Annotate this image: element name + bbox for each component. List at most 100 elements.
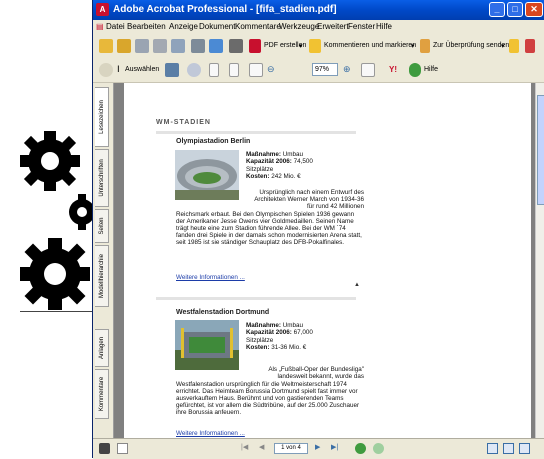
stadium-text-side: Ursprünglich nach einem Entwurf des Arch…	[254, 189, 364, 211]
tab-lesezeichen[interactable]: Lesezeichen	[95, 87, 109, 147]
review-icon[interactable]	[420, 39, 430, 53]
zoom-in-icon[interactable]: ⊕	[343, 64, 351, 75]
main-toolbar: PDF erstellen ▾ Kommentieren und markier…	[93, 34, 544, 59]
close-button[interactable]: ✕	[525, 2, 543, 17]
tab-label: Unterschriften	[98, 159, 105, 197]
tab-label: Modellhierarchie	[98, 253, 105, 299]
measure-label: Maßnahme:	[246, 322, 281, 329]
capacity-label: Kapazität 2006:	[246, 329, 292, 337]
single-page-icon[interactable]	[487, 443, 498, 454]
actual-size-icon[interactable]	[209, 63, 219, 77]
stadium-photo	[175, 320, 239, 370]
menu-erweitert[interactable]: Erweitert	[317, 22, 349, 31]
measure-label: Maßnahme:	[246, 151, 281, 158]
help-button[interactable]: Hilfe	[424, 66, 438, 73]
zoom-level-field[interactable]: 97%	[312, 63, 338, 76]
tab-anlagen[interactable]: Anlagen	[95, 329, 109, 367]
help-icon[interactable]	[409, 63, 421, 77]
more-info-link[interactable]: Weitere Informationen ...	[176, 430, 245, 437]
doc-menu-icon[interactable]: ▤	[96, 22, 104, 31]
chevron-down-icon[interactable]: ▾	[299, 42, 303, 50]
chevron-down-icon[interactable]: ▾	[501, 42, 505, 50]
chevron-down-icon[interactable]: ▾	[411, 42, 415, 50]
previous-page-icon[interactable]: ◀	[259, 443, 270, 454]
page-number-field[interactable]: 1 von 4	[274, 443, 308, 454]
menu-anzeige[interactable]: Anzeige	[169, 22, 198, 31]
document-area[interactable]: WM-STADIEN Olympiastadion Berlin Maßnahm…	[114, 83, 535, 438]
zoom-icon[interactable]	[187, 63, 201, 77]
capacity-unit: Sitzplätze	[246, 165, 274, 173]
cost-value: 242 Mio. €	[271, 172, 301, 180]
next-view-icon[interactable]	[373, 443, 384, 454]
menu-bearbeiten[interactable]: Bearbeiten	[127, 22, 166, 31]
previous-view-icon[interactable]	[355, 443, 366, 454]
lock-icon	[99, 443, 110, 454]
email-icon[interactable]	[171, 39, 185, 53]
review-button[interactable]: Zur Überprüfung senden	[433, 42, 509, 49]
snapshot-icon[interactable]	[165, 63, 179, 77]
gears-graphic	[20, 131, 95, 310]
cost-label: Kosten:	[246, 343, 270, 351]
select-button[interactable]: Auswählen	[125, 66, 159, 73]
facing-icon[interactable]	[519, 443, 530, 454]
menu-werkzeuge[interactable]: Werkzeuge	[279, 22, 319, 31]
divider	[156, 297, 356, 300]
fit-width-icon[interactable]	[249, 63, 263, 77]
menu-hilfe[interactable]: Hilfe	[376, 22, 392, 31]
scrollbar-thumb[interactable]	[537, 95, 544, 205]
hand-icon[interactable]	[99, 63, 113, 77]
first-page-icon[interactable]: |◀	[241, 443, 252, 454]
tab-label: Kommentare	[98, 376, 105, 412]
next-page-icon[interactable]: ▶	[315, 443, 326, 454]
cost-label: Kosten:	[246, 172, 270, 180]
window-title: Adobe Acrobat Professional - [fifa_stadi…	[113, 4, 337, 15]
text-cursor-icon[interactable]: Ⅰ	[117, 64, 120, 75]
stadium-title: Westfalenstadion Dortmund	[176, 309, 270, 316]
menu-fenster[interactable]: Fenster	[348, 22, 375, 31]
open-icon[interactable]	[99, 39, 113, 53]
comment-icon[interactable]	[309, 39, 321, 53]
sign-icon[interactable]	[191, 39, 205, 53]
create-icon[interactable]	[117, 39, 131, 53]
section-title: WM-STADIEN	[156, 119, 211, 126]
divider	[156, 131, 356, 134]
acrobat-window: A Adobe Acrobat Professional - [fifa_sta…	[92, 0, 544, 459]
continuous-icon[interactable]	[503, 443, 514, 454]
menu-kommentare[interactable]: Kommentare	[235, 22, 281, 31]
pdf-create-icon[interactable]	[249, 39, 261, 53]
stadium-text: Reichsmark erbaut. Bei den Olympischen S…	[176, 211, 362, 247]
tab-seiten[interactable]: Seiten	[95, 209, 109, 243]
tab-unterschriften[interactable]: Unterschriften	[95, 149, 109, 207]
tab-kommentare[interactable]: Kommentare	[95, 369, 109, 419]
zoom-out-icon[interactable]: ⊖	[267, 64, 275, 75]
minimize-button[interactable]: _	[489, 2, 505, 17]
stadium-photo	[175, 150, 239, 200]
yahoo-icon[interactable]: Y!	[389, 65, 397, 74]
print-icon[interactable]	[153, 39, 167, 53]
pdf-page: WM-STADIEN Olympiastadion Berlin Maßnahm…	[124, 83, 531, 438]
page-layout-icon[interactable]	[361, 63, 375, 77]
stadium-text-side: Als „Fußball-Oper der Bundesliga" landes…	[268, 366, 364, 381]
vertical-scrollbar[interactable]	[535, 83, 544, 438]
tab-label: Anlagen	[98, 336, 105, 360]
highlight-icon[interactable]	[509, 39, 519, 53]
save-icon[interactable]	[135, 39, 149, 53]
capacity-value: 74,500	[293, 158, 313, 166]
comment-button[interactable]: Kommentieren und markieren	[324, 42, 416, 49]
menu-dokument[interactable]: Dokument	[199, 22, 235, 31]
last-page-icon[interactable]: ▶|	[331, 443, 342, 454]
cost-value: 31-36 Mio. €	[271, 343, 307, 351]
fit-page-icon[interactable]	[229, 63, 239, 77]
measure-value: Umbau	[282, 322, 304, 329]
secure-icon[interactable]	[209, 39, 223, 53]
page-size-icon[interactable]	[117, 443, 128, 454]
more-info-link[interactable]: Weitere Informationen ...	[176, 274, 245, 281]
menu-datei[interactable]: Datei	[106, 22, 125, 31]
pencil-icon[interactable]	[525, 39, 535, 53]
maximize-button[interactable]: □	[507, 2, 523, 17]
zoom-value: 97%	[315, 66, 330, 73]
binoculars-icon[interactable]	[229, 39, 243, 53]
tab-modellhierarchie[interactable]: Modellhierarchie	[95, 245, 109, 307]
up-arrow-icon[interactable]: ▲	[354, 282, 360, 288]
stadium-facts: Maßnahme: Umbau Kapazität 2006: 74,500 S…	[246, 151, 362, 180]
